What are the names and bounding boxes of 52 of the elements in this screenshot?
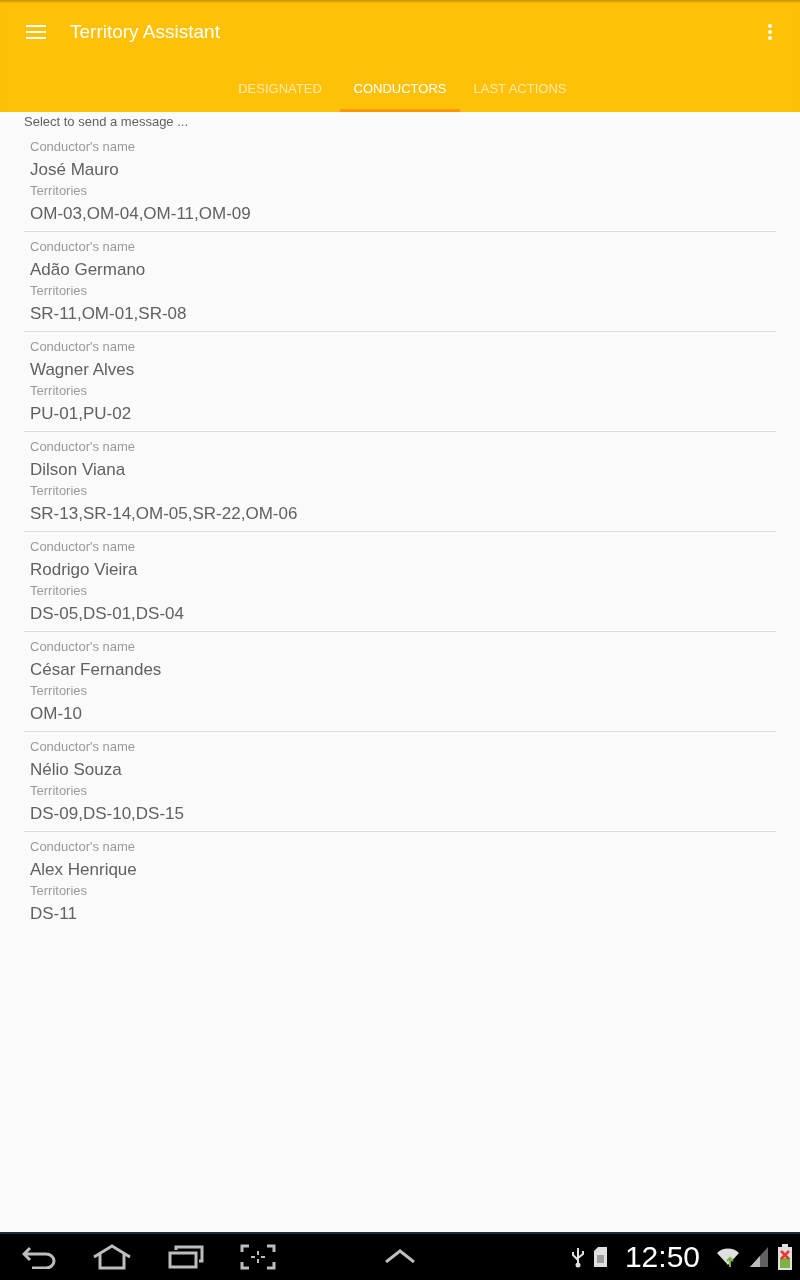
territories-value: SR-13,SR-14,OM-05,SR-22,OM-06	[30, 503, 299, 525]
field-label: Conductor's name	[30, 638, 137, 656]
field-label: Conductor's name	[30, 138, 137, 156]
conductor-name: José Mauro	[30, 159, 120, 181]
conductor-list-item[interactable]: Conductor's name Nélio Souza Territories DS-09,DS-10,DS-15	[24, 732, 776, 832]
app-title: Territory Assistant	[70, 21, 220, 43]
home-icon[interactable]	[92, 1244, 132, 1270]
battery-icon	[778, 1244, 792, 1270]
recent-apps-icon[interactable]	[168, 1245, 204, 1269]
territories-value: DS-11	[30, 903, 78, 925]
usb-icon	[571, 1246, 584, 1268]
field-label: Conductor's name	[30, 438, 137, 456]
conductor-list-item[interactable]: Conductor's name Rodrigo Vieira Territories DS-05,DS-01,DS-04	[24, 532, 776, 632]
territories-value: DS-05,DS-01,DS-04	[30, 603, 185, 625]
conductor-name: Adão Germano	[30, 259, 147, 281]
field-label: Conductor's name	[30, 838, 137, 856]
field-label: Territories	[30, 583, 89, 599]
clock-time: 12:50	[624, 1240, 700, 1274]
conductor-list-item[interactable]: Conductor's name Adão Germano Territories SR-11,OM-01,SR-08	[24, 232, 776, 332]
territories-value: OM-10	[30, 703, 83, 725]
sd-card-icon	[593, 1247, 607, 1267]
back-icon[interactable]	[22, 1245, 56, 1269]
screenshot-icon[interactable]	[240, 1244, 276, 1270]
territories-value: DS-09,DS-10,DS-15	[30, 803, 185, 825]
field-label: Conductor's name	[30, 738, 137, 756]
territories-value: OM-03,OM-04,OM-11,OM-09	[30, 203, 252, 225]
conductor-name: Dilson Viana	[30, 459, 127, 481]
conductor-list-item[interactable]: Conductor's name Dilson Viana Territories SR-13,SR-14,OM-05,SR-22,OM-06	[24, 432, 776, 532]
field-label: Territories	[30, 383, 89, 399]
conductor-list-item[interactable]: Conductor's name Wagner Alves Territories PU-01,PU-02	[24, 332, 776, 432]
field-label: Territories	[30, 883, 89, 899]
field-label: Conductor's name	[30, 538, 137, 556]
conductor-list-item[interactable]: Conductor's name José Mauro Territories OM-03,OM-04,OM-11,OM-09	[24, 132, 776, 232]
conductor-name: Rodrigo Vieira	[30, 559, 139, 581]
territories-value: SR-11,OM-01,SR-08	[30, 303, 188, 325]
field-label: Conductor's name	[30, 338, 137, 356]
field-label: Territories	[30, 183, 89, 199]
conductor-name: César Fernandes	[30, 659, 163, 681]
conductor-list-item[interactable]: Conductor's name Alex Henrique Territories DS-11	[24, 832, 776, 931]
field-label: Territories	[30, 683, 89, 699]
hint-text: Select to send a message ...	[24, 113, 190, 131]
conductor-list-item[interactable]: Conductor's name César Fernandes Territories OM-10	[24, 632, 776, 732]
territories-value: PU-01,PU-02	[30, 403, 133, 425]
conductor-name: Nélio Souza	[30, 759, 123, 781]
field-label: Territories	[30, 783, 89, 799]
signal-icon	[750, 1247, 768, 1267]
conductor-name: Wagner Alves	[30, 359, 136, 381]
conductor-name: Alex Henrique	[30, 859, 138, 881]
caret-up-icon[interactable]	[385, 1249, 415, 1263]
field-label: Territories	[30, 483, 89, 499]
field-label: Conductor's name	[30, 238, 137, 256]
field-label: Territories	[30, 283, 89, 299]
